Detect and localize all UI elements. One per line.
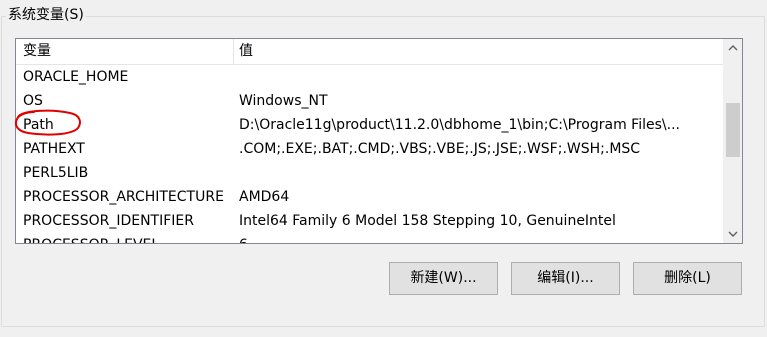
list-row-pathext[interactable]: PATHEXT .COM;.EXE;.BAT;.CMD;.VBS;.VBE;.J… <box>16 137 724 161</box>
list-row-os[interactable]: OS Windows_NT <box>16 89 724 113</box>
row-value: Windows_NT <box>239 93 328 109</box>
edit-button[interactable]: 编辑(I)... <box>511 262 620 295</box>
row-name: Path <box>23 117 54 133</box>
list-row-path[interactable]: Path D:\Oracle11g\product\11.2.0\dbhome_… <box>16 113 724 137</box>
list-header: 变量 值 <box>16 39 724 65</box>
system-variables-list[interactable]: 变量 值 ORACLE_HOME OS Windows_NT Path D:\O… <box>15 38 743 244</box>
row-name: ORACLE_HOME <box>23 69 129 85</box>
chevron-up-icon[interactable] <box>724 39 742 57</box>
list-row-processor-identifier[interactable]: PROCESSOR_IDENTIFIER Intel64 Family 6 Mo… <box>16 209 724 233</box>
row-name: PERL5LIB <box>23 165 89 181</box>
column-header-value[interactable]: 值 <box>234 39 724 64</box>
row-value: .COM;.EXE;.BAT;.CMD;.VBS;.VBE;.JS;.JSE;.… <box>239 141 641 157</box>
scrollbar-thumb[interactable] <box>726 103 740 157</box>
list-row-perl5lib[interactable]: PERL5LIB <box>16 161 724 185</box>
list-row-oracle-home[interactable]: ORACLE_HOME <box>16 65 724 89</box>
list-rows: ORACLE_HOME OS Windows_NT Path D:\Oracle… <box>16 65 724 243</box>
row-value: 6 <box>239 233 721 243</box>
row-name: PROCESSOR_LEVEL <box>23 233 233 243</box>
row-name: PROCESSOR_ARCHITECTURE <box>23 189 224 205</box>
row-name: OS <box>23 93 43 109</box>
list-row-processor-architecture[interactable]: PROCESSOR_ARCHITECTURE AMD64 <box>16 185 724 209</box>
row-name: PATHEXT <box>23 141 85 157</box>
column-header-variable[interactable]: 变量 <box>16 39 234 64</box>
list-row-processor-level[interactable]: PROCESSOR_LEVEL 6 <box>16 233 724 243</box>
group-title: 系统变量(S) <box>6 6 86 24</box>
new-button[interactable]: 新建(W)... <box>389 262 498 295</box>
row-name: PROCESSOR_IDENTIFIER <box>23 213 194 229</box>
chevron-down-icon[interactable] <box>724 225 742 243</box>
row-value: AMD64 <box>239 189 290 205</box>
row-value: D:\Oracle11g\product\11.2.0\dbhome_1\bin… <box>239 117 680 133</box>
row-value: Intel64 Family 6 Model 158 Stepping 10, … <box>239 213 616 229</box>
vertical-scrollbar[interactable] <box>723 39 742 243</box>
delete-button[interactable]: 删除(L) <box>633 262 742 295</box>
